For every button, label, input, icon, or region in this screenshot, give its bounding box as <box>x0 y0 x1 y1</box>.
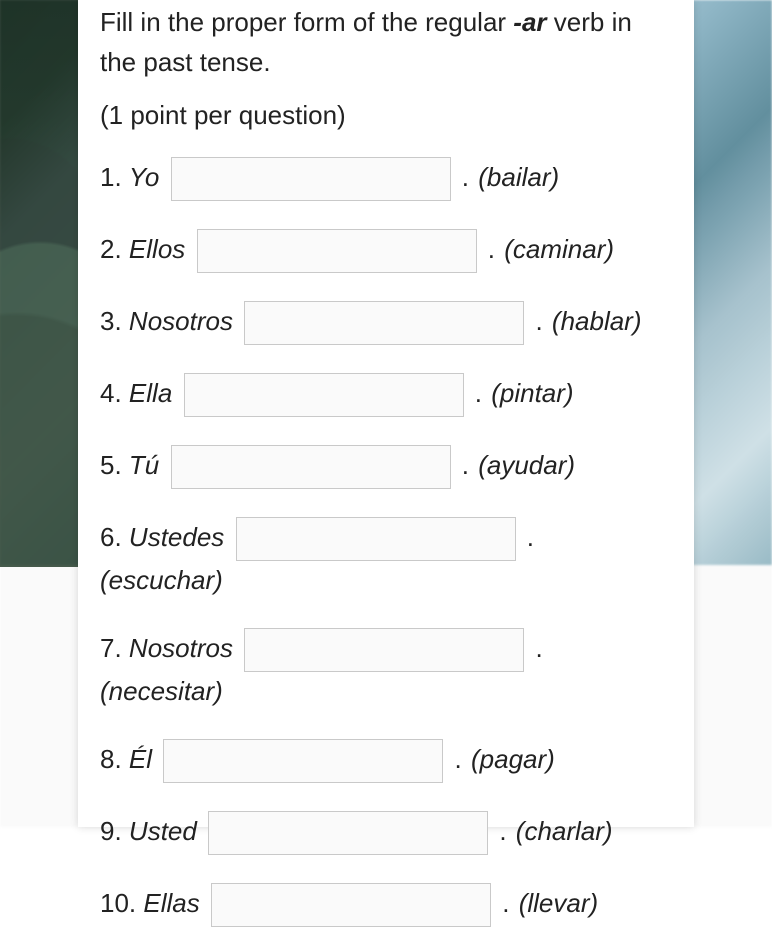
question-period: . <box>527 522 534 552</box>
question-infinitive: (hablar) <box>552 306 642 336</box>
question-period: . <box>462 162 469 192</box>
question-row: 4. Ella . (pintar) <box>100 373 672 417</box>
question-number: 6. <box>100 522 122 552</box>
answer-input[interactable] <box>163 739 443 783</box>
question-period: . <box>462 450 469 480</box>
question-row: 9. Usted . (charlar) <box>100 811 672 855</box>
background-foliage <box>0 0 80 567</box>
answer-input[interactable] <box>184 373 464 417</box>
question-infinitive: (escuchar) <box>100 565 223 595</box>
question-subject: Ellas <box>143 888 199 918</box>
question-period: . <box>488 234 495 264</box>
question-subject: Ellos <box>129 234 185 264</box>
question-infinitive: (ayudar) <box>478 450 575 480</box>
question-infinitive: (necesitar) <box>100 676 223 706</box>
question-number: 10. <box>100 888 136 918</box>
question-infinitive: (llevar) <box>519 888 598 918</box>
question-number: 8. <box>100 744 122 774</box>
question-infinitive: (pintar) <box>491 378 573 408</box>
answer-input[interactable] <box>244 628 524 672</box>
answer-input[interactable] <box>171 157 451 201</box>
question-subject: Nosotros <box>129 306 233 336</box>
question-row: 1. Yo . (bailar) <box>100 157 672 201</box>
question-number: 5. <box>100 450 122 480</box>
points-note: (1 point per question) <box>100 95 672 135</box>
quiz-card: Fill in the proper form of the regular -… <box>78 0 694 827</box>
question-number: 7. <box>100 633 122 663</box>
answer-input[interactable] <box>171 445 451 489</box>
instructions-pre: Fill in the proper form of the regular <box>100 7 513 37</box>
question-infinitive: (bailar) <box>478 162 559 192</box>
question-row: 10. Ellas . (llevar) <box>100 883 672 927</box>
question-subject: Nosotros <box>129 633 233 663</box>
question-period: . <box>475 378 482 408</box>
question-period: . <box>502 888 509 918</box>
question-row: 2. Ellos . (caminar) <box>100 229 672 273</box>
instructions-bold-italic: -ar <box>513 7 546 37</box>
question-infinitive: (caminar) <box>504 234 614 264</box>
question-subject: Yo <box>129 162 159 192</box>
answer-input[interactable] <box>208 811 488 855</box>
question-subject: Él <box>129 744 152 774</box>
instructions: Fill in the proper form of the regular -… <box>100 2 672 83</box>
question-subject: Ustedes <box>129 522 224 552</box>
answer-input[interactable] <box>244 301 524 345</box>
question-row: 7. Nosotros . (necesitar) <box>100 628 672 711</box>
question-number: 3. <box>100 306 122 336</box>
question-number: 2. <box>100 234 122 264</box>
question-subject: Usted <box>129 816 197 846</box>
question-infinitive: (charlar) <box>516 816 613 846</box>
question-period: . <box>455 744 462 774</box>
question-number: 1. <box>100 162 122 192</box>
question-row: 6. Ustedes . (escuchar) <box>100 517 672 600</box>
answer-input[interactable] <box>197 229 477 273</box>
question-subject: Tú <box>129 450 159 480</box>
question-row: 5. Tú . (ayudar) <box>100 445 672 489</box>
answer-input[interactable] <box>211 883 491 927</box>
question-infinitive: (pagar) <box>471 744 555 774</box>
question-row: 3. Nosotros . (hablar) <box>100 301 672 345</box>
question-subject: Ella <box>129 378 172 408</box>
question-number: 4. <box>100 378 122 408</box>
question-period: . <box>535 306 542 336</box>
question-row: 8. Él . (pagar) <box>100 739 672 783</box>
answer-input[interactable] <box>236 517 516 561</box>
question-period: . <box>499 816 506 846</box>
question-number: 9. <box>100 816 122 846</box>
question-period: . <box>535 633 542 663</box>
